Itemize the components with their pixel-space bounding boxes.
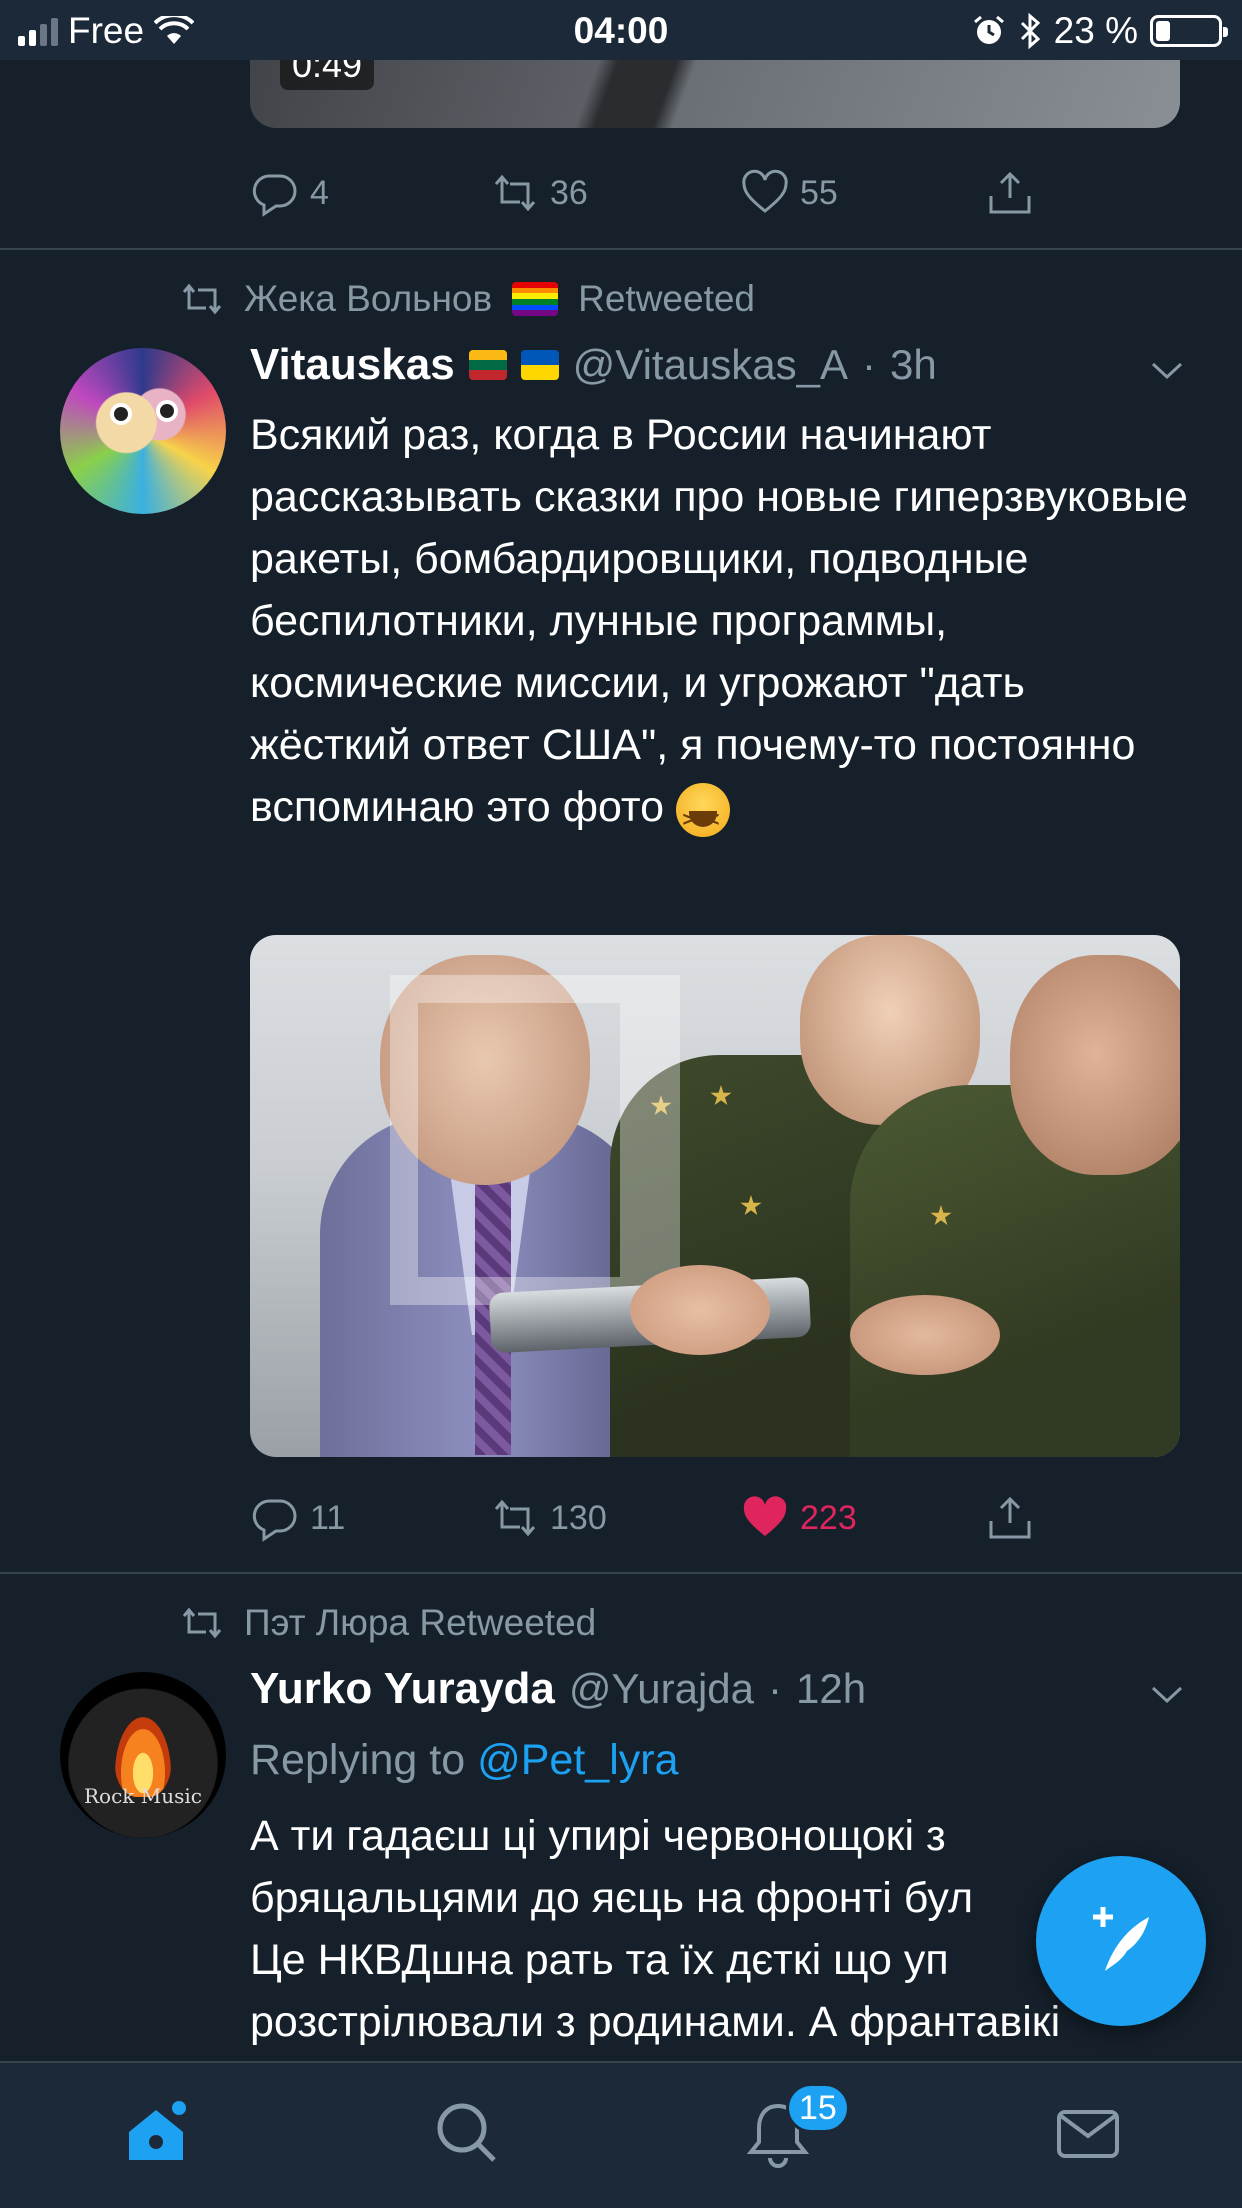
retweet-small-icon (182, 1607, 222, 1639)
ukraine-flag-icon (520, 350, 559, 380)
avatar-eye (156, 400, 178, 422)
retweet-count: 130 (550, 1498, 607, 1537)
tweet-line: А ти гадаєш ці упирі червонощокі з (250, 1812, 946, 1860)
battery-percent: 23 % (1053, 10, 1138, 51)
share-icon (989, 171, 1031, 214)
tweet-divider (0, 248, 1242, 250)
compose-feather-icon (1093, 1907, 1149, 1971)
like-count: 55 (800, 173, 838, 212)
photo-watermark (390, 975, 680, 1305)
laughing-emoji-icon (676, 782, 730, 851)
avatar-logo-text: Rock Music (84, 1784, 202, 1808)
avatar[interactable]: Rock Music (60, 1672, 226, 1838)
replying-to-link[interactable]: @Pet_lyra (477, 1736, 678, 1784)
replying-prefix: Replying to (250, 1736, 466, 1784)
retweeted-by-line: Пэт Люра Retweeted (244, 1602, 597, 1643)
tweet-line: розстрілювали з родинами. А франтавікі (250, 1998, 1061, 2046)
reply-button[interactable]: 4 (250, 168, 329, 218)
user-handle: @Yurajda (568, 1665, 754, 1712)
share-button[interactable] (985, 1493, 1035, 1543)
retweet-count: 36 (550, 173, 588, 212)
compose-tweet-button[interactable] (1036, 1856, 1206, 2026)
chevron-down-icon[interactable] (1147, 350, 1187, 390)
tab-messages[interactable] (1048, 2093, 1128, 2173)
search-icon (437, 2103, 496, 2162)
tweet-header[interactable]: Yurko Yurayda @Yurajda · 12h (250, 1664, 866, 1714)
status-right: 23 % (972, 10, 1228, 52)
retweeted-label: Retweeted (578, 278, 756, 319)
share-icon (989, 1496, 1031, 1539)
lithuania-flag-icon (468, 350, 507, 380)
battery-icon (1150, 15, 1228, 47)
tweet-body: Всякий раз, когда в России начинают расс… (250, 411, 1188, 831)
tweet-text: Всякий раз, когда в России начинают расс… (250, 404, 1190, 851)
display-name[interactable]: Yurko Yurayda (250, 1664, 555, 1714)
avatar-eye (110, 403, 132, 425)
dot-separator: · (862, 341, 877, 388)
reply-icon (252, 1499, 297, 1542)
reply-button[interactable]: 11 (250, 1493, 345, 1543)
like-button[interactable]: 55 (740, 168, 838, 218)
retweet-icon (494, 1499, 536, 1537)
reply-icon (252, 174, 297, 217)
retweet-button[interactable]: 36 (490, 168, 588, 218)
like-count: 223 (800, 1498, 857, 1537)
retweet-context[interactable]: Пэт Люра Retweeted (180, 1602, 596, 1644)
tweet-time: 12h (796, 1665, 867, 1712)
retweet-icon (494, 174, 536, 212)
tab-home[interactable] (116, 2093, 196, 2173)
rainbow-flag-icon (512, 282, 559, 316)
tweet-actions: 11 130 223 (250, 1488, 1050, 1548)
tweet-time: 3h (890, 341, 937, 388)
tweet-header[interactable]: Vitauskas @Vitauskas_A · 3h (250, 340, 937, 390)
tab-search[interactable] (427, 2093, 507, 2173)
retweet-small-icon (182, 283, 222, 315)
dot-separator: · (768, 1665, 782, 1712)
photo-hand (630, 1265, 770, 1355)
retweet-context[interactable]: Жека Вольнов Retweeted (180, 278, 755, 320)
messages-icon (1057, 2110, 1119, 2158)
retweeter-name: Жека Вольнов (244, 278, 493, 319)
alarm-icon (973, 15, 1004, 44)
reply-count: 11 (310, 1498, 346, 1537)
home-icon (129, 2101, 186, 2160)
user-handle: @Vitauskas_A (572, 341, 849, 388)
display-name[interactable]: Vitauskas (250, 340, 455, 390)
tweet-photo[interactable] (250, 935, 1180, 1457)
bluetooth-icon (1020, 13, 1040, 49)
tweet-divider (0, 1572, 1242, 1574)
retweet-button[interactable]: 130 (490, 1493, 607, 1543)
bottom-tab-bar: 15 (0, 2061, 1242, 2208)
tweet-actions: 4 36 55 (250, 163, 1050, 223)
replying-to: Replying to @Pet_lyra (250, 1736, 679, 1785)
reply-count: 4 (310, 173, 329, 212)
photo-figure (1010, 955, 1180, 1175)
like-button[interactable]: 223 (740, 1493, 857, 1543)
photo-hand (850, 1295, 1000, 1375)
share-button[interactable] (985, 168, 1035, 218)
notifications-badge: 15 (786, 2083, 850, 2133)
chevron-down-icon[interactable] (1147, 1674, 1187, 1714)
heart-icon (742, 169, 788, 213)
heart-filled-icon (743, 1496, 787, 1536)
status-bar: Free 04:00 23 % (0, 0, 1242, 60)
avatar[interactable] (60, 348, 226, 514)
